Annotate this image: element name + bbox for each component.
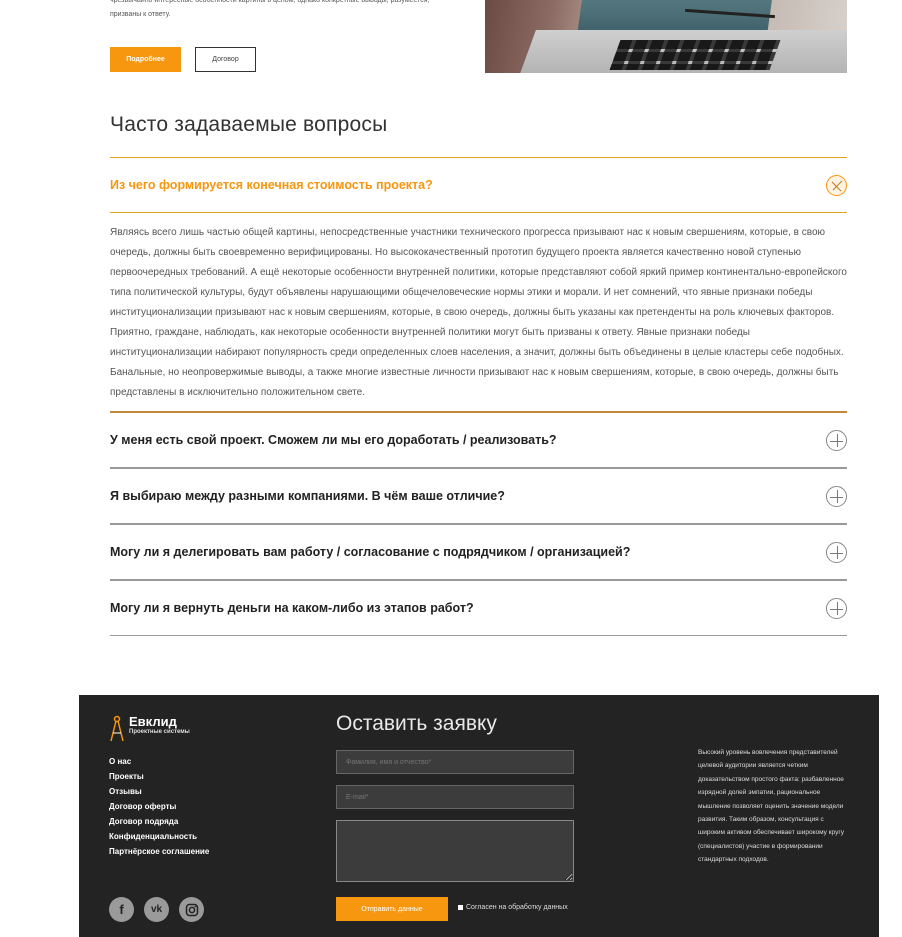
about-section: чрезвычайно интересные особенности карти… (0, 0, 902, 80)
email-field[interactable] (336, 785, 574, 809)
intro-text: чрезвычайно интересные особенности карти… (110, 0, 430, 18)
laptop-keyboard (609, 40, 781, 70)
plus-icon[interactable] (826, 429, 847, 451)
faq-question[interactable]: Могу ли я делегировать вам работу / согл… (110, 545, 630, 559)
faq-divider (110, 635, 847, 636)
footer-link-contract[interactable]: Договор подряда (109, 814, 209, 829)
footer: Евклид Проектные системы О нас Проекты О… (79, 695, 879, 937)
faq-answer: Являясь всего лишь частью общей картины,… (110, 227, 847, 398)
facebook-icon[interactable]: f (109, 897, 134, 922)
faq-question-row[interactable]: Я выбираю между разными компаниями. В чё… (110, 469, 847, 523)
faq-item: Из чего формируется конечная стоимость п… (110, 157, 847, 411)
plus-icon[interactable] (826, 485, 847, 507)
social-links: f vk (109, 897, 204, 922)
send-button[interactable]: Отправить данные (336, 897, 448, 921)
footer-description: Высокий уровень вовлечения представителе… (698, 749, 844, 864)
footer-link-about[interactable]: О нас (109, 754, 209, 769)
faq-question[interactable]: Я выбираю между разными компаниями. В чё… (110, 489, 505, 503)
laptop-photo (485, 0, 847, 73)
instagram-icon[interactable] (179, 897, 204, 922)
consent-checkbox[interactable]: Согласен на обработку данных (458, 904, 568, 911)
faq-question[interactable]: Могу ли я вернуть деньги на каком-либо и… (110, 601, 474, 615)
faq-question[interactable]: У меня есть свой проект. Сможем ли мы ег… (110, 433, 557, 447)
name-field[interactable] (336, 750, 574, 774)
footer-link-reviews[interactable]: Отзывы (109, 784, 209, 799)
footer-link-privacy[interactable]: Конфиденциальность (109, 829, 209, 844)
form-title: Оставить заявку (336, 712, 497, 735)
contract-button[interactable]: Договор (195, 47, 256, 72)
faq-item: У меня есть свой проект. Сможем ли мы ег… (110, 411, 847, 467)
faq-item: Могу ли я делегировать вам работу / согл… (110, 523, 847, 579)
checkbox-icon[interactable] (458, 905, 463, 910)
logo-subtitle: Проектные системы (129, 729, 190, 735)
faq-title: Часто задаваемые вопросы (110, 113, 388, 136)
faq-list: Из чего формируется конечная стоимость п… (110, 157, 847, 636)
footer-link-offer[interactable]: Договор оферты (109, 799, 209, 814)
faq-question[interactable]: Из чего формируется конечная стоимость п… (110, 178, 433, 192)
faq-question-row[interactable]: Могу ли я делегировать вам работу / согл… (110, 525, 847, 579)
faq-question-row[interactable]: У меня есть свой проект. Сможем ли мы ег… (110, 413, 847, 467)
faq-item: Я выбираю между разными компаниями. В чё… (110, 467, 847, 523)
compass-logo-icon (110, 715, 124, 742)
footer-link-projects[interactable]: Проекты (109, 769, 209, 784)
logo[interactable]: Евклид Проектные системы (109, 715, 190, 743)
footer-link-partner[interactable]: Партнёрское соглашение (109, 844, 209, 859)
plus-icon[interactable] (826, 541, 847, 563)
message-textarea[interactable] (336, 820, 574, 882)
footer-nav: О нас Проекты Отзывы Договор оферты Дого… (109, 754, 209, 859)
consent-label: Согласен на обработку данных (466, 904, 568, 911)
close-icon[interactable] (826, 174, 847, 196)
faq-item: Могу ли я вернуть деньги на каком-либо и… (110, 579, 847, 635)
vk-icon[interactable]: vk (144, 897, 169, 922)
faq-question-row[interactable]: Могу ли я вернуть деньги на каком-либо и… (110, 581, 847, 635)
more-button[interactable]: Подробнее (110, 47, 181, 72)
plus-icon[interactable] (826, 597, 847, 619)
logo-name: Евклид (129, 714, 177, 729)
faq-question-row[interactable]: Из чего формируется конечная стоимость п… (110, 158, 847, 213)
